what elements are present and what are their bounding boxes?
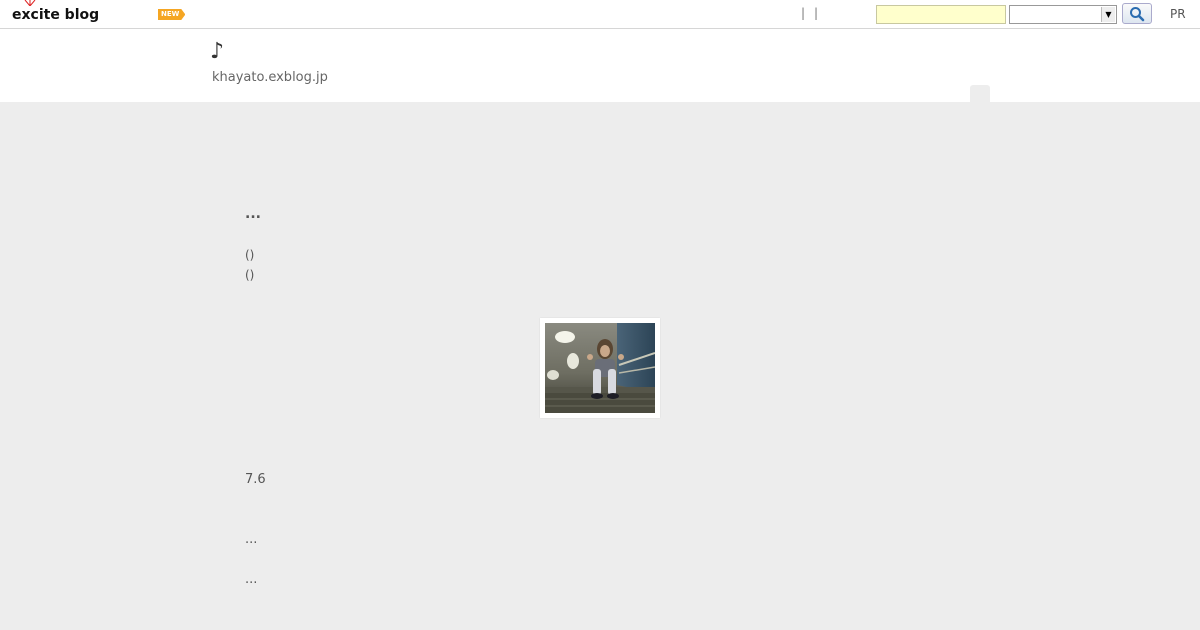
post-text: ... [245, 532, 258, 547]
post-title: ... [245, 206, 261, 222]
post-text: ... [245, 572, 258, 587]
blog-title[interactable]: ♪ [210, 39, 224, 64]
post-photo[interactable] [540, 318, 660, 418]
search-scope-select[interactable]: ▼ [1009, 5, 1117, 24]
pr-link[interactable]: PR [1170, 7, 1186, 21]
post-photo-image [545, 323, 655, 413]
post-meta: () [245, 248, 255, 262]
post-text: 7.6 [245, 472, 266, 487]
magnifier-icon [1130, 6, 1145, 21]
excite-blog-logo[interactable]: excite blog [12, 0, 100, 26]
nav-separator: | [814, 6, 819, 20]
search-button[interactable] [1122, 3, 1152, 24]
main-content: ... () () 7.6 ... ... [0, 102, 1200, 630]
nav-separator: | [801, 6, 806, 20]
post-meta: () [245, 268, 255, 282]
new-badge[interactable]: NEW [158, 9, 186, 20]
logo-spark-icon [24, 0, 36, 6]
blog-url[interactable]: khayato.exblog.jp [212, 70, 328, 85]
top-bar: excite blog NEW | | ▼ PR [0, 0, 1200, 29]
header-tab[interactable] [970, 85, 990, 102]
logo-text: excite blog [12, 7, 100, 23]
search-input[interactable] [876, 5, 1006, 24]
triangle-down-icon[interactable]: ▼ [1101, 7, 1115, 22]
blog-header: ♪ khayato.exblog.jp [0, 29, 1200, 102]
